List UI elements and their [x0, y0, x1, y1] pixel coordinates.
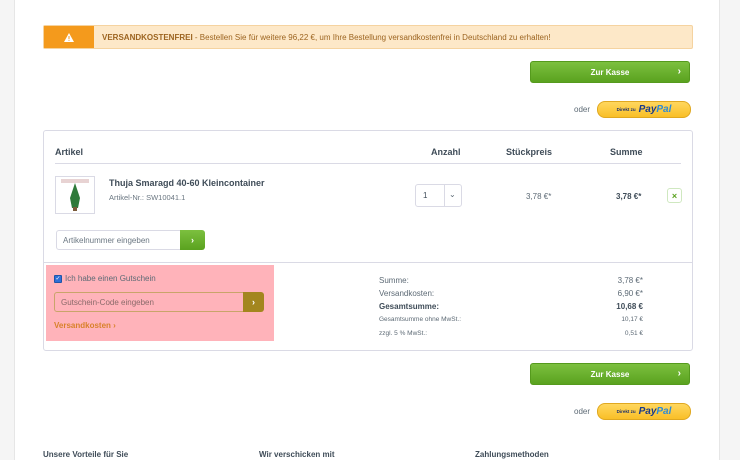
- column-quantity: Anzahl: [431, 147, 461, 157]
- voucher-checkbox-label: Ich habe einen Gutschein: [65, 274, 156, 283]
- checkout-label: Zur Kasse: [590, 67, 630, 77]
- column-total: Summe: [610, 147, 643, 157]
- product-image[interactable]: [55, 176, 95, 214]
- voucher-code-input[interactable]: Gutschein-Code eingeben: [54, 292, 244, 312]
- paypal-logo: PayPal: [638, 104, 672, 115]
- footer-advantages-heading: Unsere Vorteile für Sie: [43, 450, 129, 459]
- unit-price: 3,78 €*: [526, 192, 552, 201]
- article-number-input[interactable]: Artikelnummer eingeben: [56, 230, 181, 250]
- cart-divider: [44, 262, 692, 263]
- or-label: oder: [574, 105, 591, 114]
- notice-text: VERSANDKOSTENFREI - Bestellen Sie für we…: [102, 32, 551, 42]
- paypal-prefix: Direkt zu: [616, 107, 636, 112]
- voucher-submit-button[interactable]: ›: [243, 292, 264, 312]
- column-unit-price: Stückpreis: [506, 147, 553, 157]
- paypal-express-button-bottom[interactable]: Direkt zu PayPal: [597, 403, 691, 420]
- warning-icon: [44, 26, 94, 48]
- chevron-right-icon: ›: [191, 235, 194, 245]
- free-shipping-notice: VERSANDKOSTENFREI - Bestellen Sie für we…: [43, 25, 693, 49]
- paypal-logo: PayPal: [638, 406, 672, 417]
- paypal-prefix: Direkt zu: [616, 409, 636, 414]
- remove-item-button[interactable]: ×: [667, 188, 682, 203]
- cart-header: Artikel Anzahl Stückpreis Summe: [55, 138, 681, 164]
- cart-panel: Artikel Anzahl Stückpreis Summe Thuja Sm…: [43, 130, 693, 351]
- checkout-label: Zur Kasse: [590, 369, 630, 379]
- checkbox-checked-icon[interactable]: ✓: [54, 274, 62, 283]
- shipping-costs-link[interactable]: Versandkosten ›: [54, 321, 116, 330]
- checkout-button-top[interactable]: Zur Kasse ›: [530, 61, 690, 83]
- chevron-right-icon: ›: [677, 368, 681, 379]
- paypal-express-button-top[interactable]: Direkt zu PayPal: [597, 101, 691, 118]
- quantity-divider: [444, 185, 445, 206]
- page: VERSANDKOSTENFREI - Bestellen Sie für we…: [14, 0, 720, 460]
- quantity-select[interactable]: 1 ⌄: [415, 184, 462, 207]
- column-article: Artikel: [55, 147, 84, 157]
- chevron-down-icon: ⌄: [449, 190, 456, 199]
- product-name[interactable]: Thuja Smaragd 40-60 Kleincontainer: [109, 178, 265, 188]
- voucher-section: ✓ Ich habe einen Gutschein Gutschein-Cod…: [46, 265, 274, 341]
- chevron-right-icon: ›: [677, 66, 681, 77]
- voucher-checkbox[interactable]: ✓ Ich habe einen Gutschein: [54, 274, 156, 283]
- footer-shipping-heading: Wir verschicken mit: [259, 450, 335, 459]
- close-icon: ×: [671, 190, 678, 201]
- quantity-value: 1: [423, 191, 428, 200]
- or-label: oder: [574, 407, 591, 416]
- footer-payment-heading: Zahlungsmethoden: [475, 450, 549, 459]
- checkout-button-bottom[interactable]: Zur Kasse ›: [530, 363, 690, 385]
- add-article-button[interactable]: ›: [180, 230, 205, 250]
- chevron-right-icon: ›: [252, 297, 255, 307]
- line-total: 3,78 €*: [616, 192, 642, 201]
- product-sku: Artikel-Nr.: SW10041.1: [109, 193, 186, 202]
